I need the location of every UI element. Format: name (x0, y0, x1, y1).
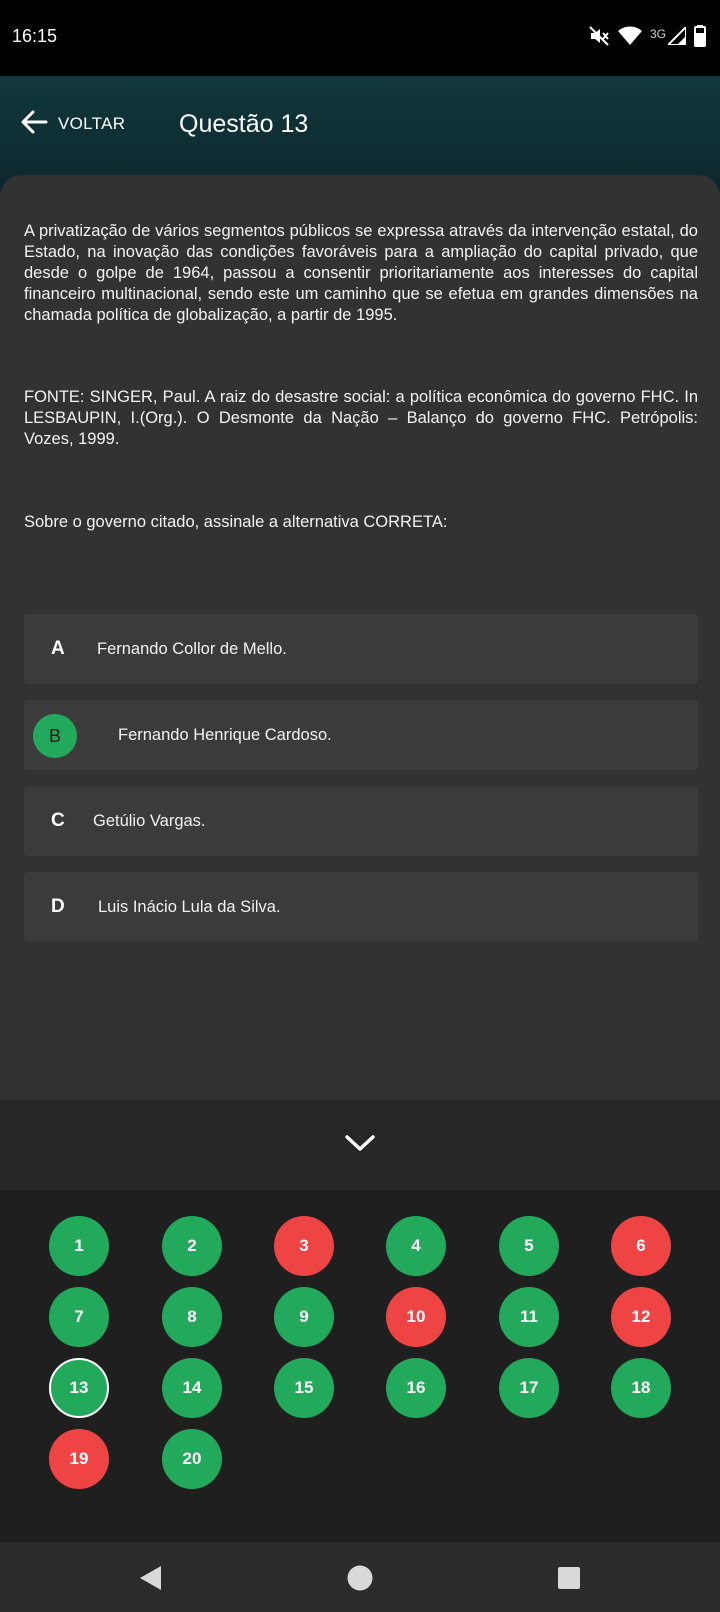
question-button-11[interactable]: 11 (499, 1287, 559, 1347)
question-button-17[interactable]: 17 (499, 1358, 559, 1418)
option-c[interactable]: C Getúlio Vargas. (24, 786, 698, 856)
status-time: 16:15 (12, 26, 58, 46)
question-button-6[interactable]: 6 (611, 1216, 671, 1276)
collapse-navigator-button[interactable] (0, 1100, 720, 1190)
status-bar: 16:15 3G (0, 0, 720, 76)
option-label: Getúlio Vargas. (93, 812, 206, 830)
question-button-18[interactable]: 18 (611, 1358, 671, 1418)
question-prompt: Sobre o governo citado, assinale a alter… (24, 513, 448, 531)
question-button-2[interactable]: 2 (162, 1216, 222, 1276)
question-card: A privatização de vários segmentos públi… (0, 175, 720, 1100)
option-label: Luis Inácio Lula da Silva. (98, 898, 281, 916)
question-button-14[interactable]: 14 (162, 1358, 222, 1418)
system-navigation-bar (0, 1542, 720, 1612)
battery-icon (694, 24, 706, 52)
question-button-8[interactable]: 8 (162, 1287, 222, 1347)
back-label: VOLTAR (58, 114, 126, 133)
question-button-10[interactable]: 10 (386, 1287, 446, 1347)
mute-icon (588, 25, 610, 52)
option-d[interactable]: D Luis Inácio Lula da Silva. (24, 872, 698, 942)
question-button-20[interactable]: 20 (162, 1429, 222, 1489)
back-triangle-icon[interactable] (137, 1564, 165, 1592)
page-title: Questão 13 (179, 110, 309, 138)
chevron-down-icon (344, 1133, 376, 1158)
question-button-13-current[interactable]: 13 (49, 1358, 109, 1418)
question-navigator: 1 2 3 4 5 6 7 8 9 10 11 12 13 14 15 16 1… (0, 1190, 720, 1542)
question-button-3[interactable]: 3 (274, 1216, 334, 1276)
selected-option-badge: B (33, 714, 77, 758)
question-button-5[interactable]: 5 (499, 1216, 559, 1276)
question-button-12[interactable]: 12 (611, 1287, 671, 1347)
status-icons: 3G (588, 24, 706, 52)
option-letter: A (51, 638, 65, 659)
question-button-19[interactable]: 19 (49, 1429, 109, 1489)
arrow-left-icon (20, 108, 48, 141)
network-type: 3G (649, 27, 666, 41)
question-button-16[interactable]: 16 (386, 1358, 446, 1418)
question-button-9[interactable]: 9 (274, 1287, 334, 1347)
home-circle-icon[interactable] (346, 1564, 374, 1592)
question-button-4[interactable]: 4 (386, 1216, 446, 1276)
back-button[interactable]: VOLTAR (20, 104, 125, 144)
question-source: FONTE: SINGER, Paul. A raiz do desastre … (24, 388, 698, 448)
question-button-1[interactable]: 1 (49, 1216, 109, 1276)
option-label: Fernando Henrique Cardoso. (118, 726, 332, 744)
option-label: Fernando Collor de Mello. (97, 640, 287, 658)
option-letter: D (51, 896, 65, 917)
recents-square-icon[interactable] (555, 1564, 583, 1592)
question-text: A privatização de vários segmentos públi… (24, 222, 698, 324)
option-a[interactable]: A Fernando Collor de Mello. (24, 614, 698, 684)
option-b[interactable]: B Fernando Henrique Cardoso. (24, 700, 698, 770)
wifi-icon (617, 26, 642, 51)
question-button-7[interactable]: 7 (49, 1287, 109, 1347)
option-letter: C (51, 810, 65, 831)
question-button-15[interactable]: 15 (274, 1358, 334, 1418)
signal-icon (665, 24, 687, 50)
